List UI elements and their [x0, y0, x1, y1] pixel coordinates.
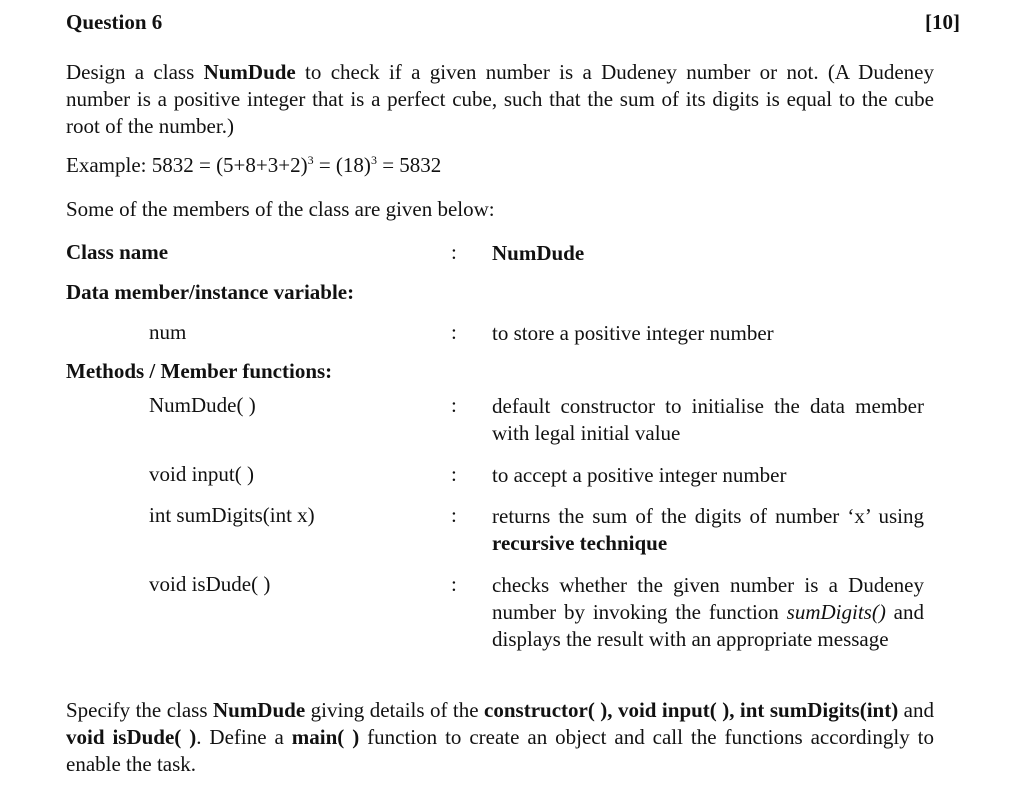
data-member-desc: to store a positive integer number — [492, 321, 774, 345]
intro-class-name: NumDude — [203, 60, 296, 84]
example-line: Example: 5832 = (5+8+3+2)3 = (18)3 = 583… — [66, 152, 441, 178]
class-name-label: Class name — [66, 240, 169, 264]
methods-heading: Methods / Member functions: — [66, 359, 333, 383]
specify-method-list: constructor( ), void input( ), int sumDi… — [484, 698, 899, 722]
method-desc-italic: sumDigits() — [786, 600, 886, 624]
method-name: NumDude( ) — [149, 393, 256, 417]
method-desc-bold: recursive technique — [492, 531, 668, 555]
method-colon: : — [451, 462, 457, 486]
intro-text-1: Design a class — [66, 60, 204, 84]
method-colon: : — [451, 393, 457, 417]
method-name: void isDude( ) — [149, 572, 271, 596]
question-title: Question 6 — [66, 10, 163, 34]
example-part-c: = 5832 — [376, 153, 442, 177]
question-page: Question 6 [10] Design a class NumDude t… — [0, 0, 1024, 810]
class-name-value: NumDude — [492, 241, 585, 265]
specify-text-1: Specify the class — [66, 698, 213, 722]
method-name: int sumDigits(int x) — [149, 503, 315, 527]
example-part-a: Example: 5832 = (5+8+3+2) — [66, 153, 308, 177]
example-part-b: = (18) — [313, 153, 371, 177]
method-colon: : — [451, 503, 457, 527]
method-colon: : — [451, 572, 457, 596]
specify-text-3: and — [898, 698, 934, 722]
data-members-heading: Data member/instance variable: — [66, 280, 355, 304]
method-desc-text: returns the sum of the digits of number … — [492, 504, 924, 528]
method-desc: checks whether the given number is a Dud… — [492, 572, 924, 653]
question-marks: [10] — [925, 10, 960, 34]
specify-main: main( ) — [291, 725, 360, 749]
method-desc: default constructor to initialise the da… — [492, 394, 924, 445]
specify-isdude: void isDude( ) — [66, 725, 197, 749]
members-intro: Some of the members of the class are giv… — [66, 197, 495, 221]
method-desc: returns the sum of the digits of number … — [492, 503, 924, 557]
method-desc: to accept a positive integer number — [492, 463, 787, 487]
specify-text-4: . Define a — [196, 725, 292, 749]
data-member-name: num — [149, 320, 187, 344]
specify-text-2: giving details of the — [305, 698, 485, 722]
class-name-colon: : — [451, 240, 457, 264]
specify-paragraph: Specify the class NumDude giving details… — [66, 697, 934, 778]
data-member-colon: : — [451, 320, 457, 344]
specify-class-name: NumDude — [212, 698, 306, 722]
intro-paragraph: Design a class NumDude to check if a giv… — [66, 59, 934, 140]
method-name: void input( ) — [149, 462, 254, 486]
